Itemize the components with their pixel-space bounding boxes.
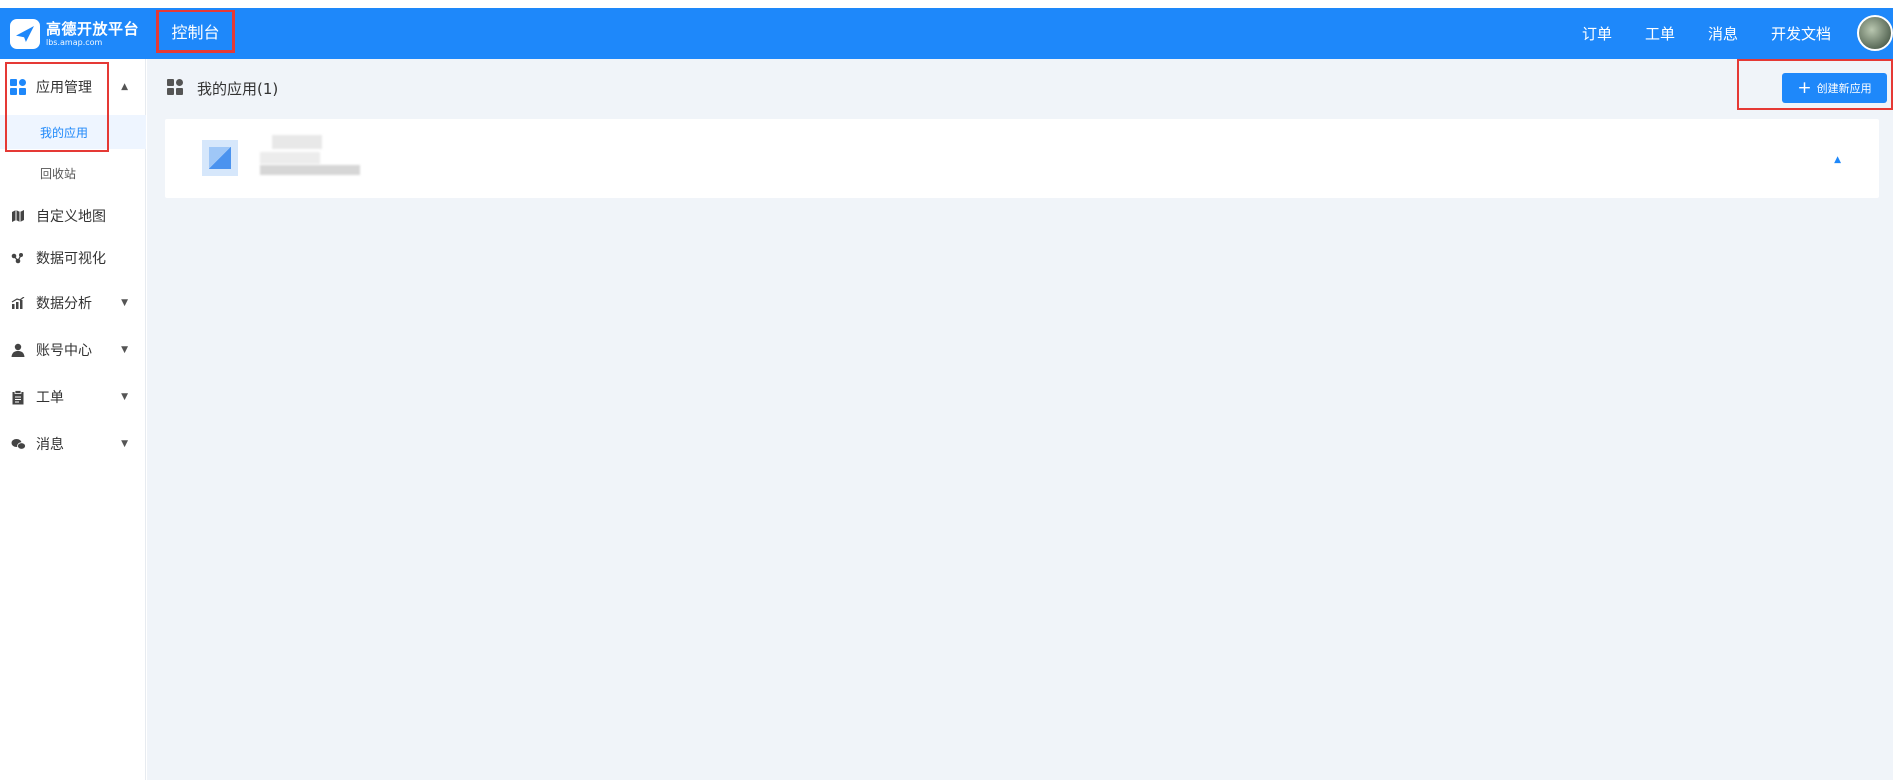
- plus-icon: +: [1797, 77, 1812, 98]
- create-app-button[interactable]: + 创建新应用: [1782, 73, 1887, 103]
- blurred-app-key: [260, 165, 360, 175]
- nav-dev-docs[interactable]: 开发文档: [1771, 23, 1831, 44]
- sidebar-item-label: 数据分析: [36, 296, 92, 312]
- nav-orders[interactable]: 订单: [1582, 23, 1612, 44]
- map-icon: [10, 208, 26, 224]
- user-icon: [10, 342, 26, 358]
- sidebar-item-account-center[interactable]: 账号中心 ▼: [0, 332, 146, 368]
- caret-down-icon: ▼: [121, 298, 128, 308]
- sidebar-item-data-analysis[interactable]: 数据分析 ▼: [0, 285, 146, 321]
- caret-down-icon: ▼: [121, 345, 128, 355]
- app-grid-icon: [167, 79, 183, 95]
- collapse-arrow-icon[interactable]: ▲: [1834, 155, 1841, 165]
- sidebar-item-recycle-bin[interactable]: 回收站: [0, 156, 146, 190]
- top-header: 高德开放平台 lbs.amap.com 控制台 订单 工单 消息 开发文档: [0, 8, 1893, 59]
- bar-chart-icon: [10, 295, 26, 311]
- chat-bubbles-icon: [10, 436, 26, 452]
- sidebar-item-label: 消息: [36, 437, 64, 453]
- logo-url: lbs.amap.com: [46, 37, 103, 47]
- page-header: 我的应用(1) + 创建新应用: [147, 59, 1893, 116]
- sidebar-item-tickets[interactable]: 工单 ▼: [0, 379, 146, 415]
- create-app-label: 创建新应用: [1816, 82, 1872, 95]
- sidebar-item-label: 应用管理: [36, 80, 92, 96]
- top-nav: 订单 工单 消息 开发文档: [1549, 8, 1831, 59]
- amap-logo-icon: [10, 19, 40, 49]
- nav-tickets[interactable]: 工单: [1645, 23, 1675, 44]
- blurred-app-meta: [260, 152, 320, 164]
- sidebar-item-my-apps[interactable]: 我的应用: [0, 115, 146, 149]
- sidebar-item-label: 自定义地图: [36, 209, 106, 225]
- clipboard-icon: [10, 389, 26, 405]
- visualization-icon: [10, 250, 26, 266]
- caret-down-icon: ▼: [121, 392, 128, 402]
- sidebar-item-label: 账号中心: [36, 343, 92, 359]
- app-thumbnail: [202, 140, 238, 176]
- caret-down-icon: ▼: [121, 439, 128, 449]
- sidebar-item-messages[interactable]: 消息 ▼: [0, 426, 146, 462]
- sidebar-item-label: 工单: [36, 390, 64, 406]
- main-content: 我的应用(1) + 创建新应用 ▲: [147, 59, 1893, 780]
- sidebar-item-data-visualization[interactable]: 数据可视化: [0, 240, 146, 276]
- app-card[interactable]: ▲: [165, 119, 1879, 198]
- console-link[interactable]: 控制台: [157, 10, 234, 52]
- sidebar-item-app-management[interactable]: 应用管理 ▲: [0, 69, 146, 105]
- amap-logo[interactable]: 高德开放平台 lbs.amap.com: [10, 18, 140, 50]
- sidebar: 应用管理 ▲ 我的应用 回收站 自定义地图 数据可视化 数据分析 ▼ 账号中心 …: [0, 59, 146, 780]
- caret-up-icon: ▲: [121, 82, 128, 92]
- sidebar-item-label: 数据可视化: [36, 251, 106, 267]
- nav-messages[interactable]: 消息: [1708, 23, 1738, 44]
- sidebar-item-custom-map[interactable]: 自定义地图: [0, 198, 146, 234]
- app-grid-icon: [10, 79, 26, 95]
- page-title: 我的应用(1): [197, 80, 279, 98]
- user-avatar[interactable]: [1857, 15, 1893, 51]
- blurred-app-name: [272, 135, 322, 149]
- logo-title: 高德开放平台: [46, 19, 140, 38]
